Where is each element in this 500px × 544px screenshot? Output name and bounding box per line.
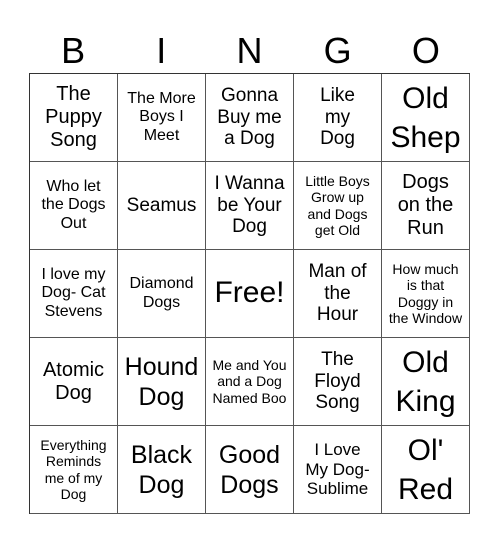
header-letter-b: B bbox=[61, 30, 86, 71]
bingo-cell[interactable]: Black Dog bbox=[118, 426, 206, 514]
header-letter-g: G bbox=[323, 30, 352, 71]
bingo-cell[interactable]: Hound Dog bbox=[118, 338, 206, 426]
bingo-cell[interactable]: Good Dogs bbox=[206, 426, 294, 514]
free-space-cell[interactable]: Free! bbox=[206, 250, 294, 338]
bingo-grid: The Puppy Song The More Boys I Meet Gonn… bbox=[29, 73, 470, 514]
bingo-cell[interactable]: I Love My Dog- Sublime bbox=[294, 426, 382, 514]
bingo-cell[interactable]: Atomic Dog bbox=[30, 338, 118, 426]
bingo-header: B I N G O bbox=[29, 30, 470, 72]
bingo-cell[interactable]: Diamond Dogs bbox=[118, 250, 206, 338]
bingo-cell[interactable]: The Puppy Song bbox=[30, 74, 118, 162]
bingo-cell[interactable]: Ol' Red bbox=[382, 426, 470, 514]
bingo-cell[interactable]: Seamus bbox=[118, 162, 206, 250]
bingo-cell[interactable]: Old Shep bbox=[382, 74, 470, 162]
header-letter-i: I bbox=[156, 30, 167, 71]
bingo-cell[interactable]: Me and You and a Dog Named Boo bbox=[206, 338, 294, 426]
bingo-cell[interactable]: The Floyd Song bbox=[294, 338, 382, 426]
header-letter-n: N bbox=[236, 30, 263, 71]
bingo-cell[interactable]: Little Boys Grow up and Dogs get Old bbox=[294, 162, 382, 250]
header-letter-o: O bbox=[411, 30, 440, 71]
bingo-cell[interactable]: Everything Reminds me of my Dog bbox=[30, 426, 118, 514]
bingo-cell[interactable]: I Wanna be Your Dog bbox=[206, 162, 294, 250]
bingo-cell[interactable]: How much is that Doggy in the Window bbox=[382, 250, 470, 338]
bingo-cell[interactable]: Man of the Hour bbox=[294, 250, 382, 338]
bingo-cell[interactable]: Dogs on the Run bbox=[382, 162, 470, 250]
bingo-cell[interactable]: The More Boys I Meet bbox=[118, 74, 206, 162]
bingo-cell[interactable]: Old King bbox=[382, 338, 470, 426]
bingo-cell[interactable]: Like my Dog bbox=[294, 74, 382, 162]
bingo-cell[interactable]: Who let the Dogs Out bbox=[30, 162, 118, 250]
bingo-cell[interactable]: I love my Dog- Cat Stevens bbox=[30, 250, 118, 338]
bingo-cell[interactable]: Gonna Buy me a Dog bbox=[206, 74, 294, 162]
